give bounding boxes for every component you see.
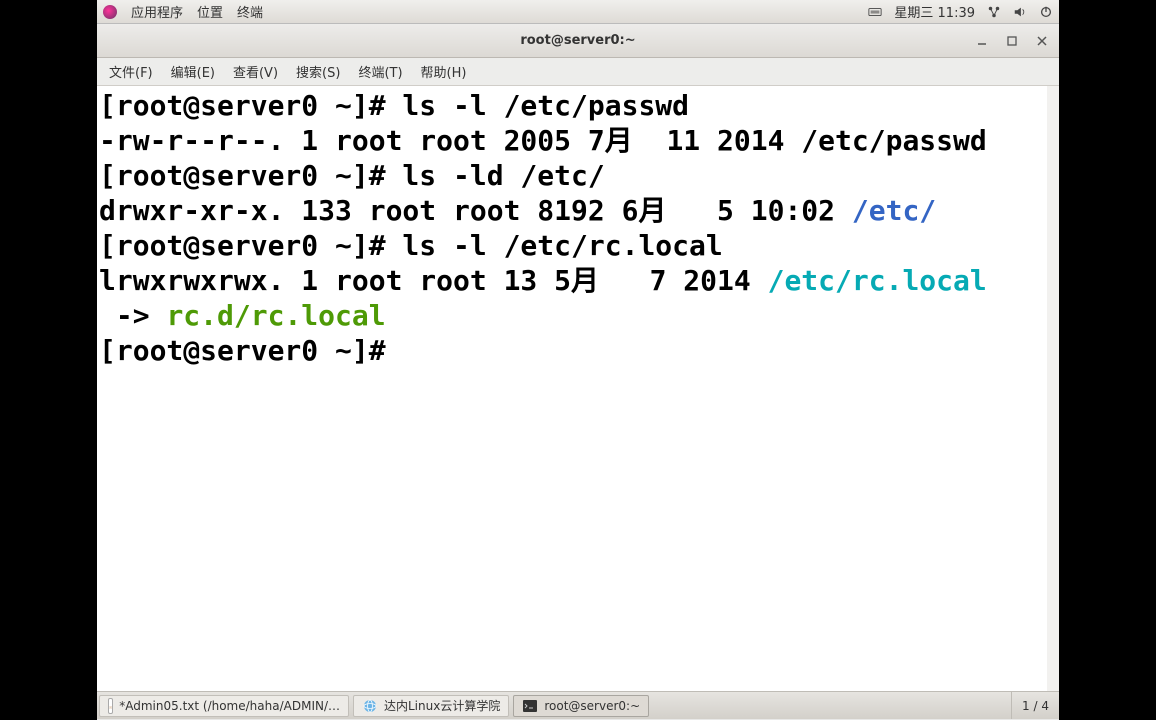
term-dir-path: /etc/ bbox=[852, 194, 936, 227]
term-prompt: [root@server0 ~]# bbox=[99, 334, 402, 367]
menu-bar: 文件(F) 编辑(E) 查看(V) 搜索(S) 终端(T) 帮助(H) bbox=[97, 58, 1059, 86]
close-button[interactable] bbox=[1031, 32, 1053, 50]
terminal-menu-item[interactable]: 终端 bbox=[237, 2, 263, 21]
volume-icon[interactable] bbox=[1013, 5, 1027, 19]
web-icon bbox=[362, 698, 378, 714]
menu-terminal[interactable]: 终端(T) bbox=[350, 59, 410, 84]
task-item-terminal[interactable]: root@server0:~ bbox=[513, 695, 649, 717]
distro-logo-icon bbox=[103, 5, 117, 19]
term-symlink-path: /etc/rc.local bbox=[768, 264, 987, 297]
menu-help[interactable]: 帮助(H) bbox=[413, 59, 475, 84]
term-symlink-target: rc.d/rc.local bbox=[166, 299, 385, 332]
text-editor-icon bbox=[108, 698, 113, 714]
term-line: lrwxrwxrwx. 1 root root 13 5月 7 2014 bbox=[99, 264, 768, 297]
term-line: [root@server0 ~]# ls -ld /etc/ bbox=[99, 159, 605, 192]
system-top-panel: 应用程序 位置 终端 星期三 11:39 bbox=[97, 0, 1059, 24]
task-item-browser[interactable]: 达内Linux云计算学院 bbox=[353, 695, 509, 717]
network-icon[interactable] bbox=[987, 5, 1001, 19]
terminal-scrollbar[interactable] bbox=[1047, 86, 1059, 691]
term-line: -> bbox=[99, 299, 166, 332]
clock-label[interactable]: 星期三 11:39 bbox=[894, 2, 975, 21]
power-icon[interactable] bbox=[1039, 5, 1053, 19]
keyboard-icon[interactable] bbox=[868, 5, 882, 19]
menu-search[interactable]: 搜索(S) bbox=[288, 59, 348, 84]
term-line: [root@server0 ~]# ls -l /etc/passwd bbox=[99, 89, 689, 122]
term-line: -rw-r--r--. 1 root root 2005 7月 11 2014 … bbox=[99, 124, 987, 157]
task-label: root@server0:~ bbox=[544, 699, 640, 713]
minimize-button[interactable] bbox=[971, 32, 993, 50]
task-label: 达内Linux云计算学院 bbox=[384, 697, 500, 714]
menu-file[interactable]: 文件(F) bbox=[101, 59, 161, 84]
applications-menu[interactable]: 应用程序 bbox=[131, 2, 183, 21]
window-title: root@server0:~ bbox=[520, 33, 635, 48]
term-line: drwxr-xr-x. 133 root root 8192 6月 5 10:0… bbox=[99, 194, 852, 227]
maximize-button[interactable] bbox=[1001, 32, 1023, 50]
bottom-taskbar: *Admin05.txt (/home/haha/ADMIN/… 达内Linux… bbox=[97, 691, 1059, 719]
menu-view[interactable]: 查看(V) bbox=[225, 59, 286, 84]
window-titlebar[interactable]: root@server0:~ bbox=[97, 24, 1059, 58]
task-item-editor[interactable]: *Admin05.txt (/home/haha/ADMIN/… bbox=[99, 695, 349, 717]
terminal-icon bbox=[522, 698, 538, 714]
term-line: [root@server0 ~]# ls -l /etc/rc.local bbox=[99, 229, 723, 262]
terminal-view[interactable]: [root@server0 ~]# ls -l /etc/passwd-rw-r… bbox=[97, 86, 1059, 691]
places-menu[interactable]: 位置 bbox=[197, 2, 223, 21]
workspace-pager[interactable]: 1 / 4 bbox=[1011, 692, 1059, 719]
task-label: *Admin05.txt (/home/haha/ADMIN/… bbox=[119, 699, 340, 713]
menu-edit[interactable]: 编辑(E) bbox=[163, 59, 223, 84]
